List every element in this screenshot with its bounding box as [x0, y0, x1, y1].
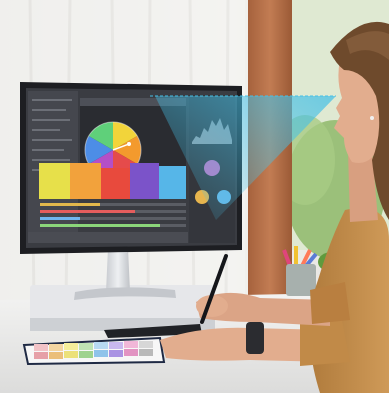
photo-scene — [0, 0, 389, 393]
smartwatch — [246, 322, 264, 354]
earring — [370, 116, 374, 120]
screen-bottom-bar — [28, 232, 188, 243]
monitor-stand-neck — [106, 248, 130, 292]
screen-swatches — [39, 163, 186, 199]
